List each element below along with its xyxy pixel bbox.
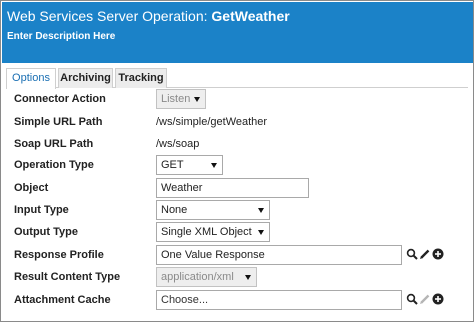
object-label: Object <box>14 182 49 194</box>
chevron-down-icon <box>258 208 264 213</box>
tab-archiving[interactable]: Archiving <box>58 68 113 88</box>
soap-url-path-label: Soap URL Path <box>14 138 94 150</box>
search-icon[interactable] <box>406 293 418 305</box>
soap-url-path-value: /ws/soap <box>156 138 200 150</box>
row-input-type: Input Type None <box>1 200 473 222</box>
simple-url-path-value: /ws/simple/getWeather <box>156 116 268 128</box>
row-output-type: Output Type Single XML Object <box>1 222 473 244</box>
result-content-type-value: application/xml <box>161 271 234 283</box>
operation-type-label: Operation Type <box>14 159 94 171</box>
description-field[interactable]: Enter Description Here <box>7 31 115 43</box>
chevron-down-icon <box>245 275 251 280</box>
row-connector-action: Connector Action Listen <box>1 89 473 111</box>
chevron-down-icon <box>194 97 200 102</box>
simple-url-path-label: Simple URL Path <box>14 116 103 128</box>
result-content-type-select[interactable]: application/xml <box>156 267 257 287</box>
row-object: Object Weather <box>1 178 473 200</box>
tab-options[interactable]: Options <box>6 68 56 89</box>
tab-bar: Options Archiving Tracking <box>6 68 468 89</box>
chevron-down-icon <box>258 230 264 235</box>
pencil-icon[interactable] <box>419 248 431 260</box>
input-type-select[interactable]: None <box>156 200 270 220</box>
operation-dialog: Web Services Server Operation: GetWeathe… <box>0 0 474 322</box>
pencil-icon <box>420 294 430 304</box>
title-prefix: Web Services Server Operation: <box>7 8 212 24</box>
operation-type-select[interactable]: GET <box>156 155 223 175</box>
chevron-down-icon <box>211 163 217 168</box>
dialog-header: Web Services Server Operation: GetWeathe… <box>2 2 473 63</box>
row-soap-url-path: Soap URL Path /ws/soap <box>1 134 473 156</box>
output-type-label: Output Type <box>14 226 78 238</box>
row-result-content-type: Result Content Type application/xml <box>1 267 473 289</box>
page-title: Web Services Server Operation: GetWeathe… <box>7 8 290 24</box>
operation-name: GetWeather <box>211 8 290 24</box>
plus-circle-icon[interactable] <box>432 248 444 260</box>
row-simple-url-path: Simple URL Path /ws/simple/getWeather <box>1 112 473 134</box>
response-profile-label: Response Profile <box>14 249 104 261</box>
object-input[interactable]: Weather <box>156 178 309 198</box>
input-type-value: None <box>161 204 188 216</box>
attachment-cache-field[interactable]: Choose... <box>156 290 402 310</box>
connector-action-select[interactable]: Listen <box>156 89 206 109</box>
connector-action-value: Listen <box>161 93 191 105</box>
tab-tracking[interactable]: Tracking <box>115 68 167 88</box>
result-content-type-label: Result Content Type <box>14 271 121 283</box>
search-icon[interactable] <box>406 248 418 260</box>
attachment-cache-label: Attachment Cache <box>14 294 111 306</box>
operation-type-value: GET <box>161 159 184 171</box>
connector-action-label: Connector Action <box>14 93 106 105</box>
output-type-select[interactable]: Single XML Object <box>156 222 270 242</box>
input-type-label: Input Type <box>14 204 69 216</box>
row-attachment-cache: Attachment Cache Choose... <box>1 290 473 312</box>
row-response-profile: Response Profile One Value Response <box>1 245 473 267</box>
output-type-value: Single XML Object <box>161 226 252 238</box>
response-profile-field[interactable]: One Value Response <box>156 245 402 265</box>
plus-circle-icon[interactable] <box>432 293 444 305</box>
row-operation-type: Operation Type GET <box>1 155 473 177</box>
